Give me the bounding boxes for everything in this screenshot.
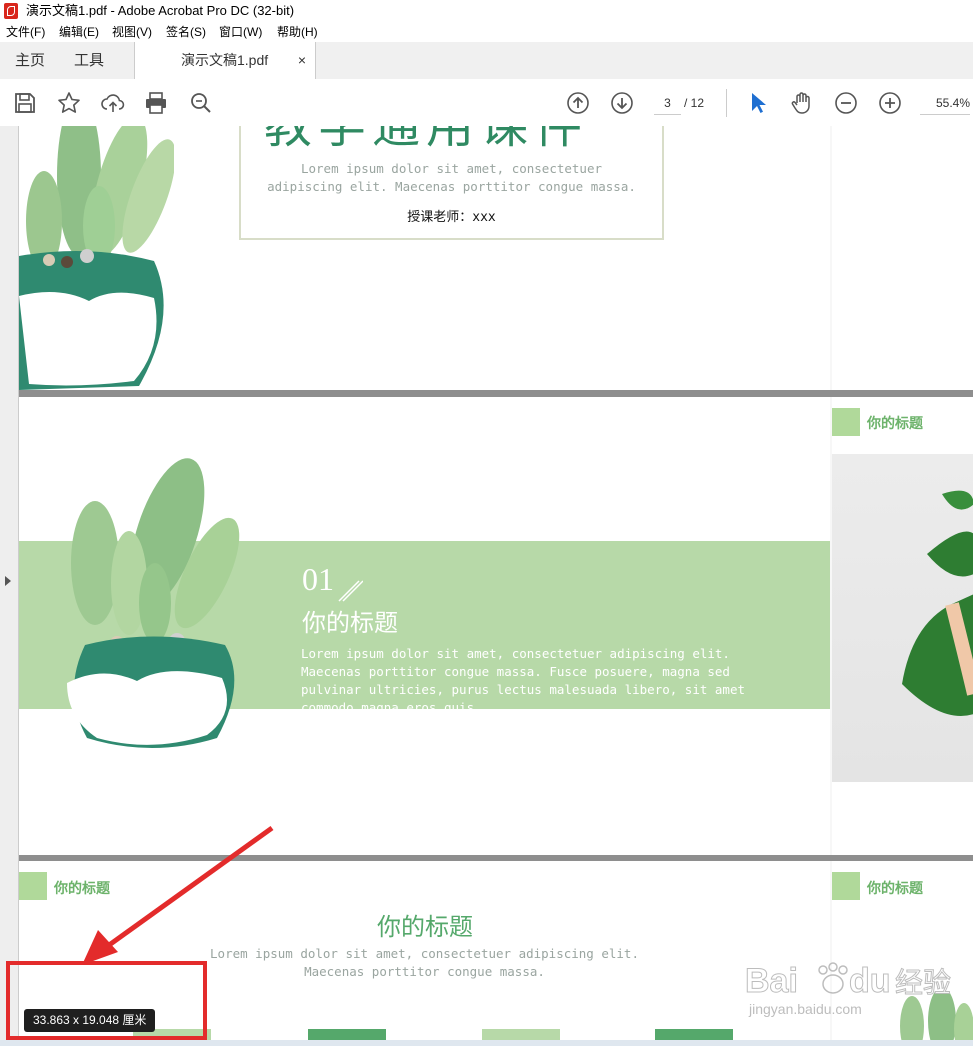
page3-heading: 你的标题	[377, 915, 473, 941]
menu-view[interactable]: 视图(V)	[112, 22, 152, 42]
toolbar-separator	[726, 89, 727, 117]
section-body-line4: commodo magna eros quis	[301, 700, 475, 709]
upload-icon[interactable]	[101, 91, 125, 115]
hand-plant-photo	[832, 454, 973, 782]
toolbar: 3 / 12 55.4%	[0, 79, 973, 127]
menu-edit[interactable]: 编辑(E)	[59, 22, 99, 42]
tab-tools[interactable]: 工具	[74, 42, 104, 79]
section-body-line1: Lorem ipsum dolor sit amet, consectetuer…	[301, 646, 730, 661]
title-marker-square	[19, 872, 47, 900]
baidu-paw-icon	[818, 962, 848, 994]
pdf-page-2: 01 你的标题 Lorem ipsum dolor sit amet, cons…	[19, 397, 830, 855]
pdf-page-right-2: 你的标题	[832, 397, 973, 855]
tab-home[interactable]: 主页	[15, 42, 45, 79]
expand-panel-arrow-icon[interactable]	[5, 576, 11, 586]
acrobat-app-icon	[4, 3, 18, 19]
hand-icon[interactable]	[790, 91, 814, 115]
page1-lorem-line1: Lorem ipsum dolor sit amet, consectetuer	[300, 161, 603, 176]
pdf-page-right-1	[832, 126, 973, 390]
select-arrow-icon[interactable]	[746, 91, 770, 115]
menu-file[interactable]: 文件(F)	[6, 22, 45, 42]
window-title: 演示文稿1.pdf - Adobe Acrobat Pro DC (32-bit…	[26, 3, 295, 18]
watermark-brand: Bai	[745, 962, 798, 1000]
tab-document-label: 演示文稿1.pdf	[181, 52, 269, 68]
tab-bar: 主页 工具 演示文稿1.pdf ×	[0, 42, 973, 80]
zoom-search-icon[interactable]	[189, 91, 213, 115]
watermark-jingyan: 经验	[895, 966, 951, 999]
tab-document[interactable]: 演示文稿1.pdf ×	[134, 42, 316, 79]
page-total: / 12	[684, 96, 705, 110]
section-number: 01	[302, 561, 334, 597]
pdf-page-1: 教学通用课件 Lorem ipsum dolor sit amet, conse…	[19, 126, 830, 390]
menu-bar: 文件(F) 编辑(E) 视图(V) 签名(S) 窗口(W) 帮助(H)	[0, 22, 973, 42]
page-size-tooltip: 33.863 x 19.048 厘米	[24, 1009, 156, 1032]
save-icon[interactable]	[13, 91, 37, 115]
zoom-in-icon[interactable]	[878, 91, 902, 115]
right-page-label: 你的标题	[867, 415, 923, 431]
page-number-input[interactable]: 3	[654, 92, 681, 115]
cactus-pot-illustration-2	[67, 458, 240, 748]
section-body: Lorem ipsum dolor sit amet, consectetuer…	[301, 645, 811, 709]
left-panel-toggle[interactable]	[0, 126, 19, 1046]
page-gap	[19, 390, 973, 397]
page1-lorem-line2: adipiscing elit. Maecenas porttitor cong…	[267, 179, 636, 194]
watermark-url: jingyan.baidu.com	[748, 1001, 862, 1017]
menu-window[interactable]: 窗口(W)	[219, 22, 262, 42]
close-tab-icon[interactable]: ×	[298, 42, 306, 79]
prev-page-icon[interactable]	[566, 91, 590, 115]
taskbar-strip	[0, 1040, 973, 1046]
menu-help[interactable]: 帮助(H)	[277, 22, 318, 42]
zoom-level-input[interactable]: 55.4%	[920, 92, 970, 115]
document-viewport[interactable]: 教学通用课件 Lorem ipsum dolor sit amet, conse…	[0, 126, 973, 1046]
title-marker-square	[832, 872, 860, 900]
zoom-out-icon[interactable]	[834, 91, 858, 115]
section-title: 你的标题	[302, 611, 398, 637]
page3-label: 你的标题	[54, 880, 110, 896]
menu-sign[interactable]: 签名(S)	[166, 22, 206, 42]
print-icon[interactable]	[144, 91, 168, 115]
bookmark-star-icon[interactable]	[57, 91, 81, 115]
cactus-pot-illustration	[19, 126, 174, 390]
page1-teacher: 授课老师：xxx	[407, 210, 496, 225]
section-body-line3: pulvinar ultricies, purus lectus malesua…	[301, 682, 746, 697]
title-bar: 演示文稿1.pdf - Adobe Acrobat Pro DC (32-bit…	[0, 0, 973, 23]
right-page3-label: 你的标题	[867, 880, 923, 896]
title-marker-square	[832, 408, 860, 436]
section-body-line2: Maecenas porttitor congue massa. Fusce p…	[301, 664, 730, 679]
slash-decoration-icon	[338, 580, 363, 602]
watermark-du: du	[849, 962, 891, 1000]
baidu-watermark: Bai du 经验 jingyan.baidu.com	[745, 962, 952, 1018]
next-page-icon[interactable]	[610, 91, 634, 115]
hand-with-leaf-image	[902, 490, 973, 716]
